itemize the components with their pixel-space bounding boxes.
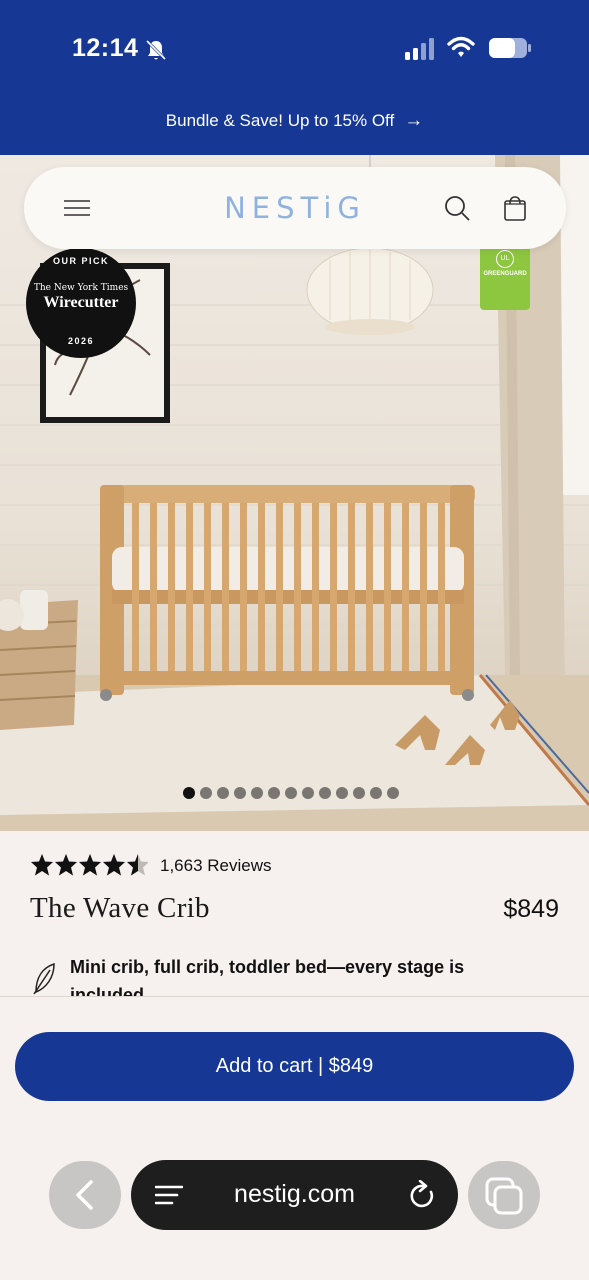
carousel-dot[interactable]	[370, 787, 382, 799]
carousel-dot[interactable]	[336, 787, 348, 799]
cellular-signal-icon	[405, 38, 434, 60]
wirecutter-year: 2026	[67, 336, 95, 346]
carousel-dot[interactable]	[251, 787, 263, 799]
carousel-dot[interactable]	[183, 787, 195, 799]
star-icon	[31, 854, 53, 876]
carousel-dot[interactable]	[319, 787, 331, 799]
star-icon	[55, 854, 77, 876]
carousel-dot[interactable]	[234, 787, 246, 799]
bell-muted-icon	[145, 39, 167, 61]
product-price: $849	[503, 895, 559, 923]
nestig-logo[interactable]: NESTiG	[24, 191, 566, 225]
star-icon	[127, 854, 148, 876]
wifi-icon	[447, 36, 475, 57]
header-banner: 12:14 Bundle & Save! Up to 15% Off →	[0, 0, 589, 155]
carousel-dot[interactable]	[387, 787, 399, 799]
divider	[0, 996, 589, 997]
battery-icon	[489, 38, 531, 58]
star-icon	[103, 854, 125, 876]
carousel-pagination[interactable]	[183, 787, 399, 799]
reload-icon[interactable]	[409, 1180, 437, 1210]
browser-address-bar[interactable]: nestig.com	[131, 1160, 458, 1230]
carousel-dot[interactable]	[200, 787, 212, 799]
status-bar: 12:14	[0, 30, 589, 70]
product-title: The Wave Crib	[30, 892, 210, 924]
arrow-right-icon: →	[404, 110, 424, 131]
reviews-count-link[interactable]: 1,663 Reviews	[160, 856, 272, 876]
shopping-bag-icon[interactable]	[502, 194, 528, 222]
carousel-dot[interactable]	[353, 787, 365, 799]
greenguard-label: GREENGUARD	[483, 271, 527, 277]
add-to-cart-button[interactable]: Add to cart | $849	[15, 1032, 574, 1101]
star-icon	[79, 854, 101, 876]
promo-text: Bundle & Save! Up to 15% Off	[165, 111, 395, 130]
status-time: 12:14	[72, 34, 139, 62]
chevron-left-icon	[76, 1180, 93, 1210]
carousel-dot[interactable]	[302, 787, 314, 799]
feather-icon	[33, 962, 55, 995]
carousel-dot[interactable]	[217, 787, 229, 799]
product-feature-text: Mini crib, full crib, toddler bed—every …	[70, 957, 465, 996]
carousel-dot[interactable]	[285, 787, 297, 799]
browser-back-button[interactable]	[49, 1161, 121, 1229]
promo-banner[interactable]: Bundle & Save! Up to 15% Off →	[0, 110, 589, 132]
wirecutter-top-text: OUR PICK	[52, 256, 109, 266]
wirecutter-name: Wirecutter	[43, 294, 119, 311]
carousel-dot[interactable]	[268, 787, 280, 799]
wirecutter-badge: OUR PICK The New York Times Wirecutter 2…	[26, 248, 136, 358]
rating-stars[interactable]	[30, 853, 148, 877]
search-icon[interactable]	[444, 195, 470, 221]
browser-tabs-button[interactable]	[468, 1161, 540, 1229]
wirecutter-nyt-text: The New York Times	[33, 283, 129, 293]
greenguard-badge: UL GREENGUARD	[480, 244, 530, 310]
ul-logo: UL	[496, 250, 514, 268]
tabs-icon	[485, 1177, 523, 1215]
site-navbar: NESTiG	[24, 167, 566, 249]
